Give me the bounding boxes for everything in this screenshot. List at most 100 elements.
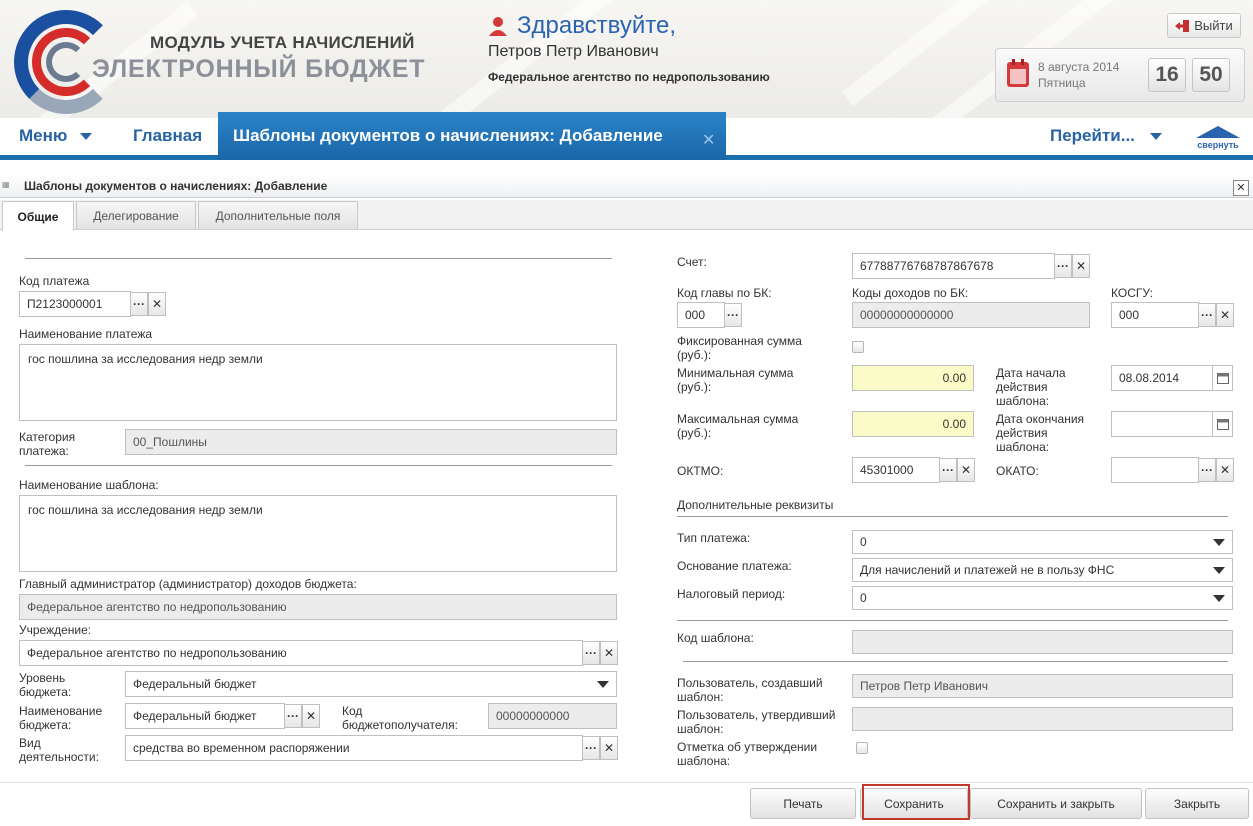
chapter-field[interactable]: 000 (677, 302, 725, 328)
lookup-button[interactable]: ··· (130, 292, 148, 316)
end-date-field[interactable] (1111, 411, 1233, 437)
clear-button[interactable]: ✕ (600, 736, 618, 760)
fixed-sum-checkbox[interactable] (852, 341, 864, 353)
pay-type-label: Тип платежа: (677, 531, 751, 545)
activity-label: Вид деятельности: (19, 736, 99, 764)
section-divider (683, 661, 1228, 662)
goto-menu-button[interactable]: Перейти... (1050, 126, 1162, 146)
income-codes-label: Коды доходов по БК: (852, 286, 969, 300)
tax-period-select[interactable]: 0 (852, 586, 1233, 610)
tab-general[interactable]: Общие (2, 201, 74, 231)
income-codes-field: 00000000000000 (852, 302, 1090, 328)
close-tab-icon[interactable]: ✕ (702, 130, 715, 150)
template-name-textarea[interactable]: гос пошлина за исследования недр земли (19, 495, 617, 572)
max-sum-field[interactable]: 0.00 (852, 411, 974, 437)
clock-hours: 16 (1148, 58, 1186, 92)
template-name-label: Наименование шаблона: (19, 478, 159, 492)
close-panel-icon[interactable]: ✕ (1233, 180, 1249, 196)
calendar-icon (1007, 59, 1029, 87)
save-button-highlight (862, 784, 970, 820)
clear-button[interactable]: ✕ (957, 458, 975, 482)
close-button[interactable]: Закрыть (1145, 788, 1249, 819)
menu-button[interactable]: Меню (19, 126, 93, 146)
clear-button[interactable]: ✕ (600, 641, 618, 665)
agency-name: Федеральное агентство по недропользовани… (488, 70, 770, 84)
section-divider (25, 465, 612, 466)
lookup-button[interactable]: ··· (582, 641, 600, 665)
clear-button[interactable]: ✕ (302, 704, 320, 728)
collapse-up-icon (1196, 126, 1240, 138)
budget-name-field[interactable]: Федеральный бюджет (125, 703, 285, 729)
calendar-picker-icon[interactable] (1212, 366, 1232, 390)
min-sum-field[interactable]: 0.00 (852, 365, 974, 391)
start-date-value: 08.08.2014 (1119, 371, 1180, 385)
pay-type-select[interactable]: 0 (852, 530, 1233, 554)
category-label: Категория платежа: (19, 430, 76, 458)
clear-button[interactable]: ✕ (1216, 458, 1234, 482)
print-button[interactable]: Печать (750, 788, 856, 819)
template-code-field (852, 630, 1233, 654)
weekday-label: Пятница (1038, 76, 1086, 90)
section-divider (677, 516, 1228, 517)
start-date-field[interactable]: 08.08.2014 (1111, 365, 1233, 391)
section-divider (25, 258, 612, 259)
payment-code-field[interactable]: П2123000001 (19, 291, 131, 317)
tax-period-label: Налоговый период: (677, 587, 786, 601)
activity-field[interactable]: средства во временном распоряжении (125, 735, 583, 761)
budget-level-select[interactable]: Федеральный бюджет (125, 671, 617, 697)
active-tab-label: Шаблоны документов о начислениях: Добавл… (233, 126, 663, 145)
goto-label: Перейти... (1050, 126, 1135, 145)
dropdown-arrow-icon (1213, 594, 1225, 602)
admin-field: Федеральное агентство по недропользовани… (19, 594, 617, 620)
basis-value: Для начислений и платежей не в пользу ФН… (860, 563, 1115, 577)
lookup-button[interactable]: ··· (284, 704, 302, 728)
approver-label: Пользователь, утвердивший шаблон: (677, 708, 836, 736)
approved-checkbox[interactable] (856, 742, 868, 754)
lookup-button[interactable]: ··· (1054, 254, 1072, 278)
admin-label: Главный администратор (администратор) до… (19, 577, 357, 591)
date-label: 8 августа 2014 (1038, 60, 1120, 74)
basis-label: Основание платежа: (677, 559, 792, 573)
end-date-label: Дата окончания действия шаблона: (996, 412, 1085, 454)
logo-emblem-core (46, 42, 86, 82)
payment-name-textarea[interactable]: гос пошлина за исследования недр земли (19, 344, 617, 421)
collapse-header-button[interactable]: свернуть (1194, 124, 1242, 154)
lookup-button[interactable]: ··· (939, 458, 957, 482)
basis-select[interactable]: Для начислений и платежей не в пользу ФН… (852, 558, 1233, 582)
account-field[interactable]: 67788776768787867678 (852, 253, 1055, 279)
lookup-button[interactable]: ··· (724, 303, 742, 327)
payment-code-label: Код платежа (19, 274, 90, 288)
recipient-code-field: 00000000000 (488, 703, 617, 729)
clear-button[interactable]: ✕ (148, 292, 166, 316)
clear-button[interactable]: ✕ (1072, 254, 1090, 278)
budget-level-label: Уровень бюджета: (19, 671, 72, 699)
max-sum-label: Максимальная сумма (руб.): (677, 412, 799, 440)
institution-field[interactable]: Федеральное агентство по недропользовани… (19, 640, 583, 666)
tab-delegation[interactable]: Делегирование (76, 201, 196, 229)
clear-button[interactable]: ✕ (1216, 303, 1234, 327)
category-field: 00_Пошлины (125, 429, 617, 455)
okato-label: ОКАТО: (996, 464, 1039, 478)
tab-extra-fields[interactable]: Дополнительные поля (198, 201, 358, 229)
kosgu-field[interactable]: 000 (1111, 302, 1199, 328)
budget-level-value: Федеральный бюджет (133, 677, 257, 691)
payment-name-label: Наименование платежа (19, 327, 153, 341)
creator-field: Петров Петр Иванович (852, 674, 1233, 698)
logout-icon (1175, 19, 1190, 32)
collapse-label: свернуть (1197, 140, 1239, 150)
okato-field[interactable] (1111, 457, 1199, 483)
lookup-button[interactable]: ··· (582, 736, 600, 760)
approved-mark-label: Отметка об утверждении шаблона: (677, 740, 818, 768)
save-and-close-button[interactable]: Сохранить и закрыть (970, 788, 1142, 819)
dropdown-arrow-icon (597, 680, 609, 688)
budget-name-label: Наименование бюджета: (19, 704, 103, 732)
logout-button[interactable]: Выйти (1167, 13, 1241, 38)
calendar-picker-icon[interactable] (1212, 412, 1232, 436)
lookup-button[interactable]: ··· (1198, 303, 1216, 327)
oktmo-field[interactable]: 45301000 (852, 457, 940, 483)
home-link[interactable]: Главная (133, 126, 202, 146)
active-page-tab[interactable]: Шаблоны документов о начислениях: Добавл… (218, 112, 726, 160)
lookup-button[interactable]: ··· (1198, 458, 1216, 482)
pay-type-value: 0 (860, 535, 867, 549)
extra-requisites-label: Дополнительные реквизиты (677, 498, 834, 512)
